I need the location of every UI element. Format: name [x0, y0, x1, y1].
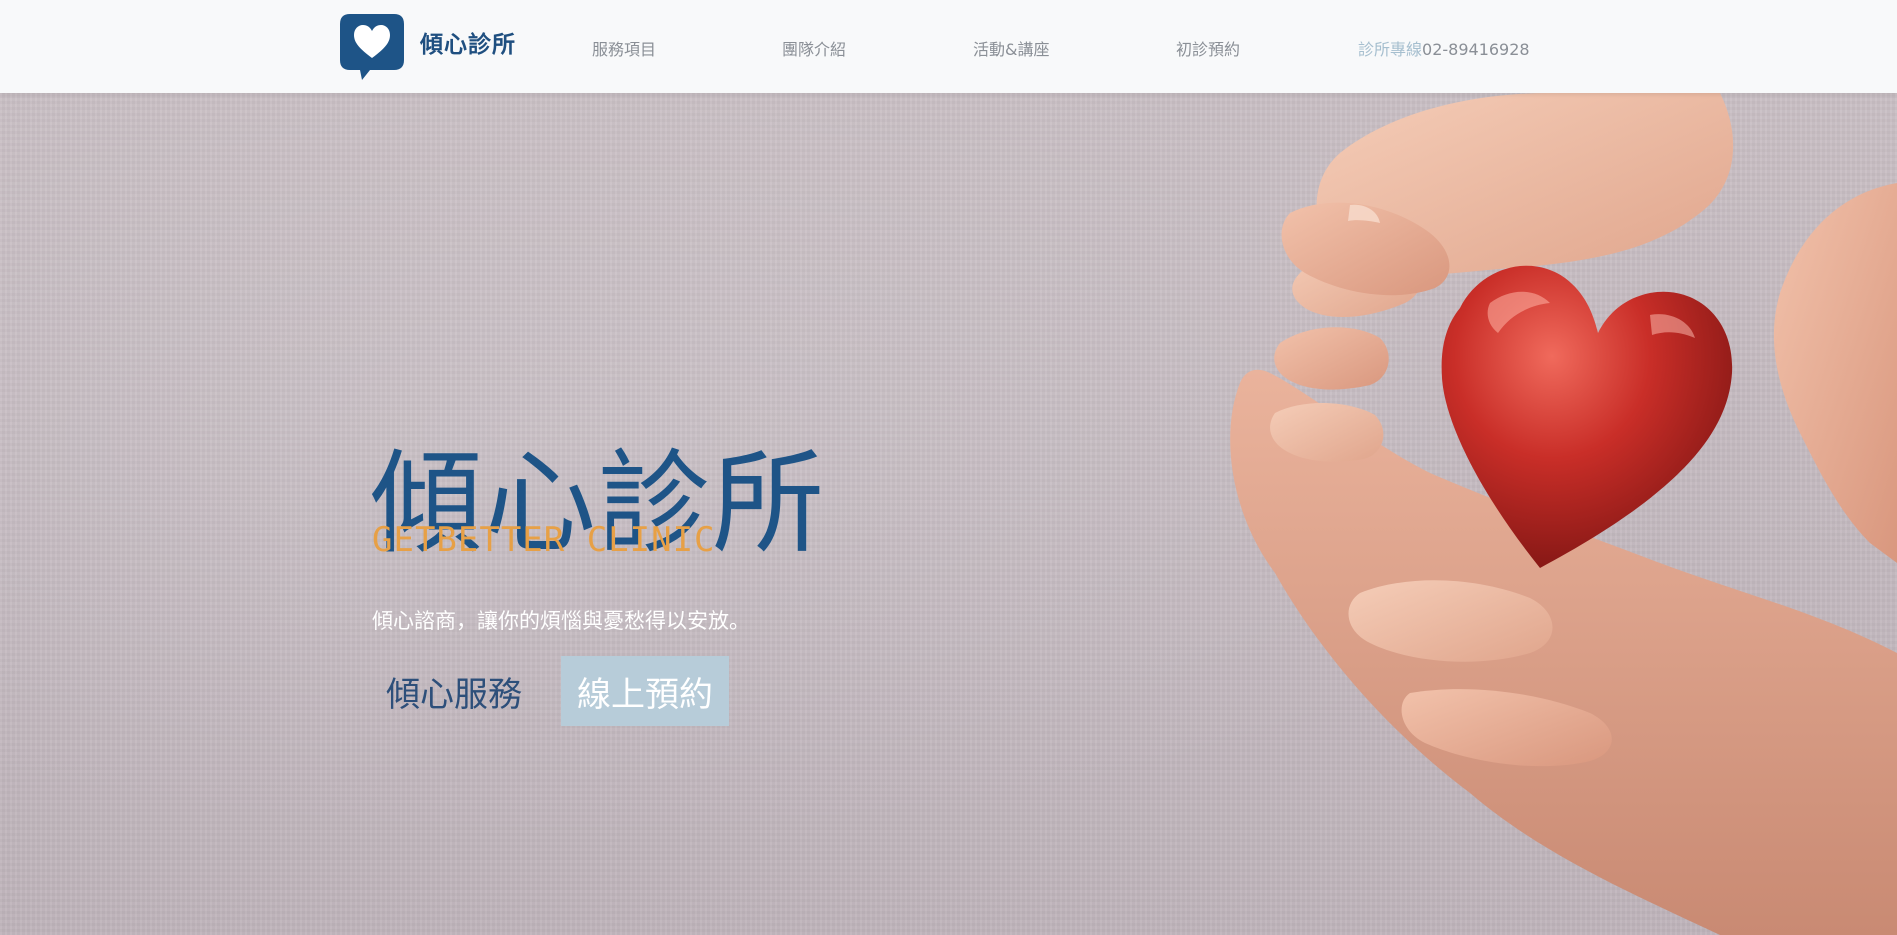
hero-tagline: 傾心諮商，讓你的煩惱與憂愁得以安放。 [372, 609, 750, 633]
nav-events[interactable]: 活動&講座 [973, 36, 1049, 60]
heart-chat-bubble-icon [340, 14, 404, 80]
online-booking-button[interactable]: 線上預約 [561, 656, 729, 726]
hero-banner: 傾心診所 GETBETTER CLINIC 傾心諮商，讓你的煩惱與憂愁得以安放。… [0, 93, 1897, 935]
nav-first-visit-booking[interactable]: 初診預約 [1176, 36, 1240, 60]
site-header: 傾心診所 服務項目 團隊介紹 活動&講座 初診預約 診所專線02-8941692… [0, 0, 1897, 93]
nav-clinic-phone[interactable]: 診所專線02-89416928 [1358, 36, 1530, 60]
services-button[interactable]: 傾心服務 [370, 656, 538, 726]
logo-link[interactable]: 傾心診所 [340, 14, 516, 80]
hands-holding-heart-image [1230, 93, 1897, 935]
nav-team[interactable]: 團隊介紹 [782, 36, 846, 60]
brand-name: 傾心診所 [420, 32, 516, 58]
nav-services[interactable]: 服務項目 [592, 36, 656, 60]
phone-label: 診所專線 [1358, 40, 1423, 59]
phone-number: 02-89416928 [1422, 40, 1530, 59]
hero-subtitle: GETBETTER CLINIC [372, 520, 716, 560]
